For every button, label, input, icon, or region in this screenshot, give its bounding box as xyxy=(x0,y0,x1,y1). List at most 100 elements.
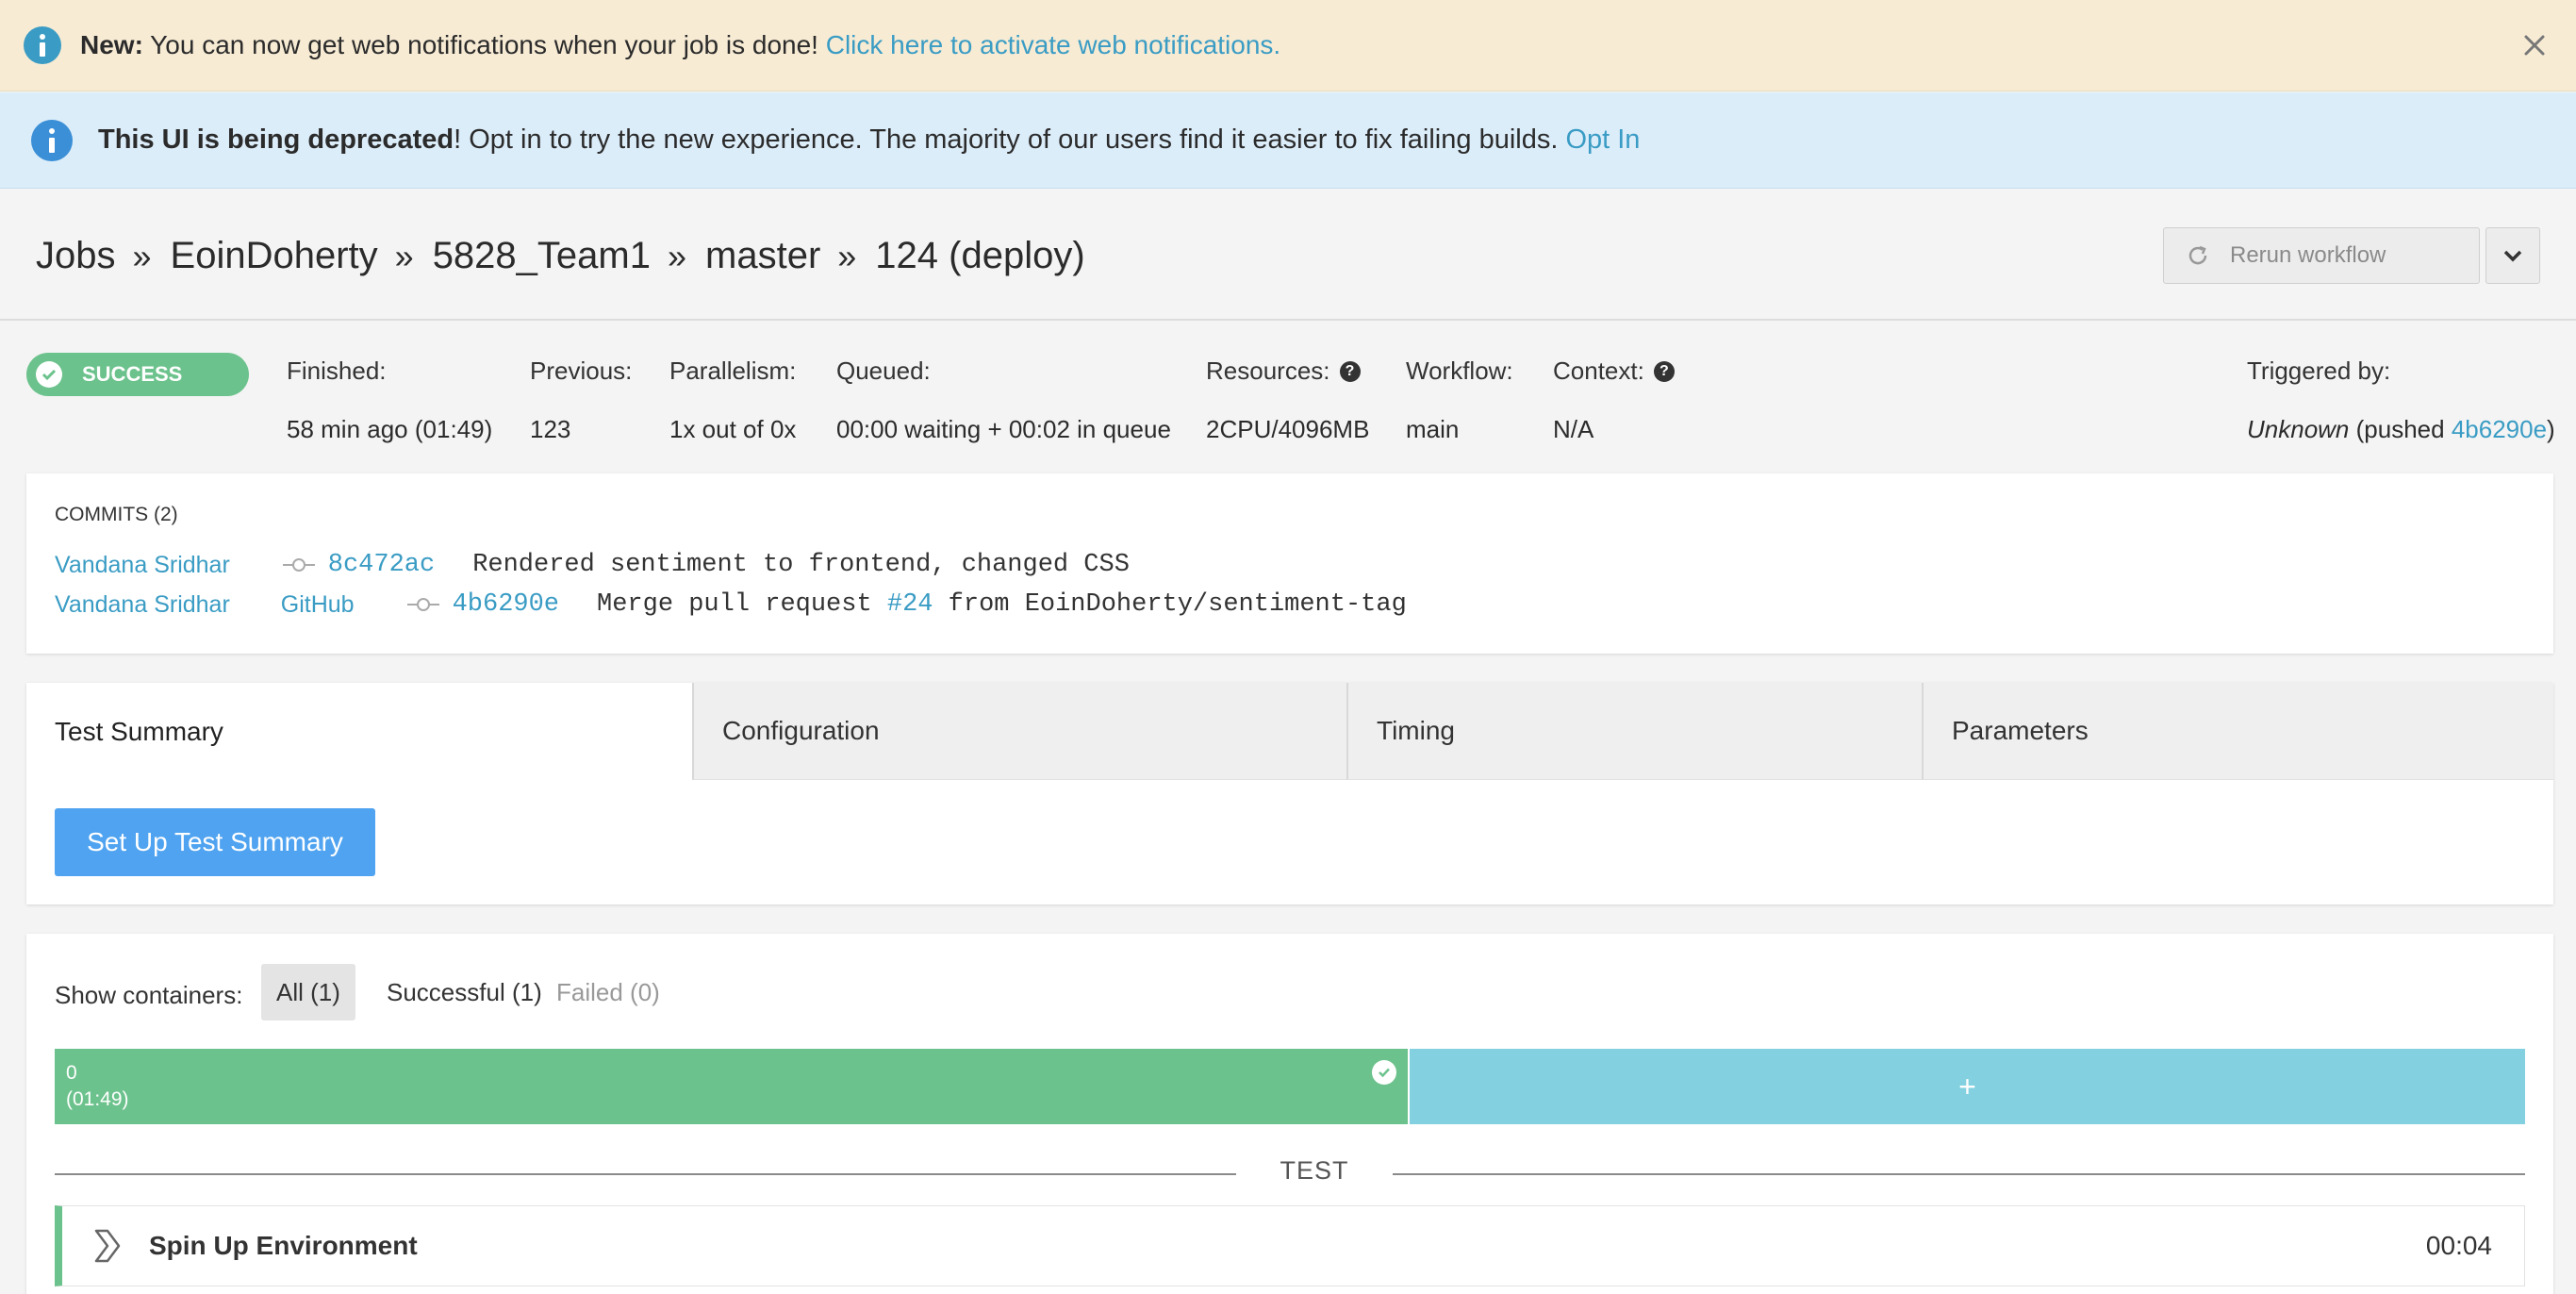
details-panel: Test Summary Configuration Timing Parame… xyxy=(26,683,2553,904)
breadcrumb-separator: » xyxy=(837,236,857,275)
breadcrumb-job: 124 (deploy) xyxy=(875,235,1085,276)
notification-bold: New: xyxy=(80,30,143,59)
breadcrumb: Jobs » EoinDoherty » 5828_Team1 » master… xyxy=(36,235,1097,277)
question-icon[interactable]: ? xyxy=(1339,360,1361,382)
commit-icon xyxy=(282,552,315,579)
meta-workflow: Workflow: main xyxy=(1406,357,1513,444)
triggered-pushed-text: (pushed xyxy=(2349,415,2452,443)
step-duration: 00:04 xyxy=(2425,1231,2492,1260)
activate-notifications-link[interactable]: Click here to activate web notifications… xyxy=(826,30,1280,59)
triggered-commit-link[interactable]: 4b6290e xyxy=(2452,415,2547,443)
info-icon xyxy=(31,119,73,161)
container-duration: (01:49) xyxy=(66,1088,129,1110)
deprecation-message: ! Opt in to try the new experience. The … xyxy=(454,124,1566,155)
commit-message: Merge pull request #24 from EoinDoherty/… xyxy=(597,590,1407,619)
tab-test-summary[interactable]: Test Summary xyxy=(26,683,692,780)
refresh-icon xyxy=(2188,245,2207,265)
commit-message-text: Merge pull request xyxy=(597,590,887,619)
status-label: SUCCESS xyxy=(82,362,183,386)
commit-message-text: from EoinDoherty/sentiment-tag xyxy=(933,590,1407,619)
parallelism-link[interactable]: 1x out of 0x xyxy=(669,415,796,444)
triggered-close-paren: ) xyxy=(2547,415,2555,443)
previous-build-link[interactable]: 123 xyxy=(530,415,632,444)
context-label-text: Context: xyxy=(1553,357,1644,385)
container-0-bar[interactable]: 0 (01:49) xyxy=(55,1049,1408,1124)
notification-banner: New: You can now get web notifications w… xyxy=(0,0,2576,91)
triggered-label: Triggered by: xyxy=(2247,357,2391,385)
tab-bar: Test Summary Configuration Timing Parame… xyxy=(26,683,2553,780)
meta-finished: Finished: 58 min ago (01:49) xyxy=(287,357,492,444)
triggered-value: Unknown (pushed 4b6290e) xyxy=(2247,415,2555,444)
containers-panel: Show containers: All (1) Successful (1) … xyxy=(26,934,2553,1294)
check-icon xyxy=(36,361,62,388)
meta-queued: Queued: 00:00 waiting + 00:02 in queue xyxy=(836,357,1171,444)
context-link[interactable]: N/A xyxy=(1553,415,1675,444)
resources-value: 2CPU/4096MB xyxy=(1206,415,1370,443)
tab-configuration[interactable]: Configuration xyxy=(692,683,1346,780)
queued-label: Queued: xyxy=(836,357,931,385)
close-icon[interactable] xyxy=(2518,28,2551,62)
section-label: TEST xyxy=(1280,1156,1349,1185)
meta-previous: Previous: 123 xyxy=(530,357,632,444)
set-up-test-summary-button[interactable]: Set Up Test Summary xyxy=(55,808,375,876)
commits-title: COMMITS (2) xyxy=(55,504,178,525)
notification-message: You can now get web notifications when y… xyxy=(142,30,826,59)
rerun-options-dropdown[interactable] xyxy=(2485,227,2540,284)
resources-label: Resources:? xyxy=(1206,357,1369,386)
triggered-user: Unknown xyxy=(2247,415,2350,443)
breadcrumb-project[interactable]: 5828_Team1 xyxy=(433,235,651,277)
notification-text: New: You can now get web notifications w… xyxy=(80,30,1280,60)
breadcrumb-branch[interactable]: master xyxy=(705,235,820,277)
commit-icon xyxy=(406,591,439,619)
filter-successful-button[interactable]: Successful (1) xyxy=(372,964,557,1020)
show-containers-label: Show containers: xyxy=(55,981,243,1009)
finished-value: 58 min ago (01:49) xyxy=(287,415,493,443)
question-icon[interactable]: ? xyxy=(1653,360,1675,382)
rerun-workflow-label: Rerun workflow xyxy=(2230,242,2386,268)
opt-in-link[interactable]: Opt In xyxy=(1565,124,1640,155)
parallelism-label: Parallelism: xyxy=(669,357,797,385)
commit-row: Vandana Sridhar 8c472ac Rendered sentime… xyxy=(55,551,1130,579)
filter-all-button[interactable]: All (1) xyxy=(261,964,355,1020)
previous-label: Previous: xyxy=(530,357,633,385)
breadcrumb-separator: » xyxy=(667,236,687,275)
section-divider xyxy=(55,1173,1236,1175)
meta-triggered: Triggered by: Unknown (pushed 4b6290e) xyxy=(2247,357,2555,444)
job-header: Jobs » EoinDoherty » 5828_Team1 » master… xyxy=(0,190,2576,321)
breadcrumb-jobs[interactable]: Jobs xyxy=(36,235,116,277)
container-index: 0 xyxy=(66,1062,77,1084)
step-spin-up-environment[interactable]: Spin Up Environment 00:04 xyxy=(55,1205,2525,1286)
commits-panel: COMMITS (2) Vandana Sridhar 8c472ac Rend… xyxy=(26,473,2553,654)
context-label: Context:? xyxy=(1553,357,1675,386)
commit-sha-link[interactable]: 4b6290e xyxy=(453,590,559,619)
meta-parallelism: Parallelism: 1x out of 0x xyxy=(669,357,796,444)
commit-author-link[interactable]: Vandana Sridhar xyxy=(55,591,230,619)
finished-label: Finished: xyxy=(287,357,387,385)
tab-parameters[interactable]: Parameters xyxy=(1922,683,2553,780)
info-icon xyxy=(24,26,61,64)
breadcrumb-separator: » xyxy=(394,236,414,275)
commit-committer-link[interactable]: GitHub xyxy=(281,591,355,619)
rerun-workflow-button[interactable]: Rerun workflow xyxy=(2163,227,2480,284)
commit-author-link[interactable]: Vandana Sridhar xyxy=(55,552,230,579)
section-divider xyxy=(1393,1173,2525,1175)
add-container-button[interactable]: + xyxy=(1410,1049,2525,1124)
commit-message-text: Rendered sentiment to frontend, changed … xyxy=(472,551,1130,579)
commit-row: Vandana Sridhar GitHub 4b6290e Merge pul… xyxy=(55,590,1407,619)
step-name: Spin Up Environment xyxy=(149,1231,418,1260)
commit-sha-link[interactable]: 8c472ac xyxy=(328,551,435,579)
tab-timing[interactable]: Timing xyxy=(1346,683,1922,780)
meta-context: Context:? N/A xyxy=(1553,357,1675,444)
chevron-right-icon xyxy=(94,1229,121,1263)
pull-request-link[interactable]: #24 xyxy=(887,590,933,619)
chevron-down-icon xyxy=(2503,250,2522,262)
deprecation-bold: This UI is being deprecated xyxy=(98,124,454,155)
check-icon xyxy=(1372,1060,1396,1085)
workflow-link[interactable]: main xyxy=(1406,415,1513,444)
breadcrumb-org[interactable]: EoinDoherty xyxy=(171,235,378,277)
filter-failed-button[interactable]: Failed (0) xyxy=(541,964,675,1020)
deprecation-text: This UI is being deprecated! Opt in to t… xyxy=(98,124,1640,156)
breadcrumb-separator: » xyxy=(132,236,152,275)
meta-resources: Resources:? 2CPU/4096MB xyxy=(1206,357,1369,444)
commit-message: Rendered sentiment to frontend, changed … xyxy=(472,551,1130,579)
